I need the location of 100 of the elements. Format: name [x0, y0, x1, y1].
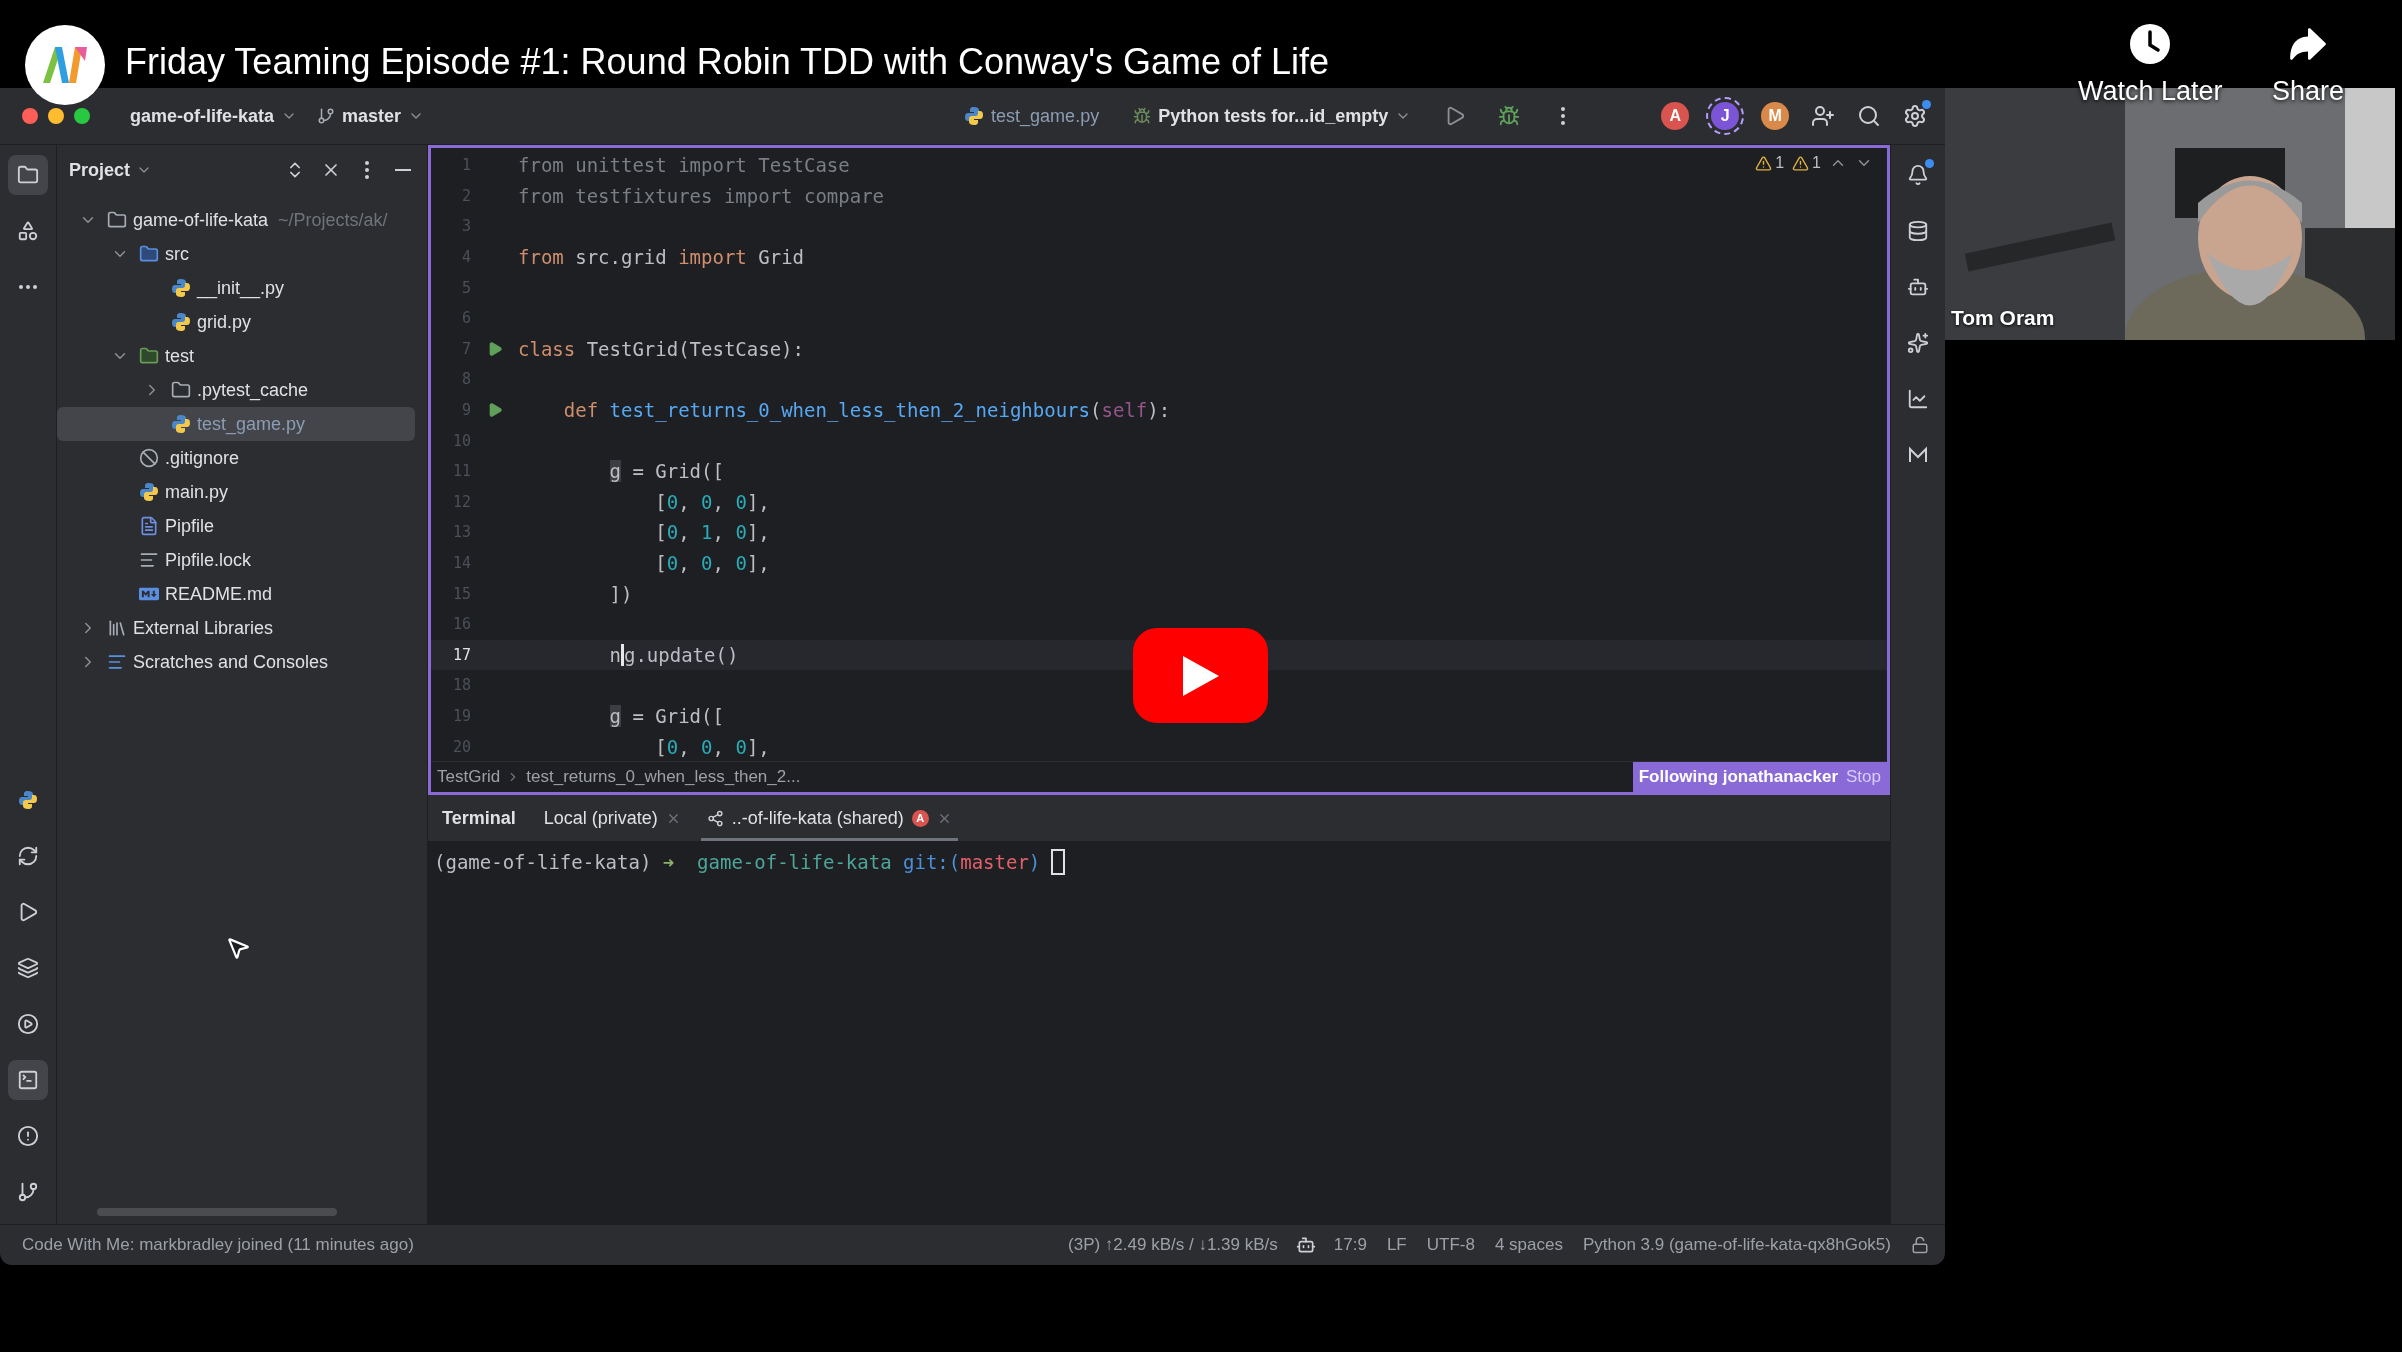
python-icon [171, 312, 191, 332]
status-item[interactable]: UTF-8 [1416, 1235, 1485, 1255]
more-icon [19, 285, 37, 289]
chart-icon [1907, 388, 1929, 410]
python-icon [18, 790, 38, 810]
code-line: [0, 0, 0], [654, 735, 770, 758]
line-number: 17 [451, 645, 471, 664]
folder-button[interactable] [8, 155, 48, 195]
status-item[interactable]: 17:9 [1323, 1235, 1377, 1255]
warning-icon [1792, 154, 1810, 172]
user-avatar[interactable]: A [1661, 102, 1690, 130]
terminal-button[interactable] [8, 1060, 48, 1100]
services-icon [17, 1013, 39, 1035]
ignore-icon [139, 448, 159, 468]
folder-icon [17, 164, 39, 186]
code-line: [0, 0, 0], [654, 490, 770, 513]
tree-item[interactable]: External Libraries [57, 611, 415, 645]
code-line: [0, 1, 0], [654, 521, 770, 544]
terminal-prompt: (game-of-life-kata) ➜ game-of-life-kata git:(master) [434, 851, 1041, 873]
status-message: Code With Me: markbradley joined (11 minutes ago) [22, 1235, 414, 1255]
run-configuration[interactable]: Python tests for...id_empty [1123, 101, 1422, 131]
code-editor[interactable] [428, 145, 1890, 795]
tree-item[interactable]: src [57, 237, 415, 271]
video-title[interactable]: Friday Teaming Episode #1: Round Robin TDD with Conway's Game of Life [125, 40, 1330, 84]
status-item[interactable]: (3P) ↑2.49 kB/s / ↓1.39 kB/s [1058, 1235, 1288, 1255]
folder-icon [139, 346, 159, 366]
bug-icon [1133, 107, 1152, 125]
code-line: def test_returns_0_when_less_then_2_neighbours(self): [562, 399, 1171, 422]
problems-icon [17, 1125, 39, 1147]
tree-item[interactable]: game-of-life-kata ~/Projects/ak/ [57, 203, 415, 237]
bug-icon [1498, 105, 1521, 127]
code-line: class TestGrid(TestCase): [518, 337, 804, 360]
user-avatar: A [911, 809, 929, 827]
lock-icon[interactable] [1911, 1236, 1929, 1254]
code-line: from unittest import TestCase [518, 154, 850, 177]
tree-item[interactable]: main.py [57, 475, 415, 509]
terminal-cursor [1051, 849, 1066, 875]
library-icon [107, 618, 127, 638]
project-selector[interactable]: game-of-life-kata [120, 101, 308, 131]
more-icon [1561, 107, 1566, 125]
python-console-icon [17, 845, 39, 867]
tree-item[interactable]: .gitignore [57, 441, 415, 475]
python-icon [964, 106, 985, 126]
user-plus-icon [1811, 104, 1836, 128]
tree-item[interactable]: Scratches and Consoles [57, 645, 415, 679]
status-item[interactable]: 4 spaces [1484, 1235, 1573, 1255]
code-line: [0, 0, 0], [654, 552, 770, 574]
warning-count[interactable]: 1 [1792, 154, 1821, 172]
participant-name: Tom Oram [1951, 306, 2055, 330]
play-button[interactable] [1133, 628, 1268, 723]
code-line: from testfixtures import compare [518, 184, 885, 207]
terminal-icon [17, 1069, 39, 1091]
panel-title: Terminal [442, 807, 516, 829]
settings-icon [1903, 104, 1928, 128]
python-icon [171, 414, 191, 434]
code-line: g = Grid([ [608, 705, 724, 727]
code-line: ]) [608, 582, 633, 605]
tree-item[interactable]: __init__.py [57, 271, 415, 305]
code-line: from src.grid import Grid [518, 246, 805, 269]
notifications-icon [1907, 164, 1929, 186]
following-label: Following jonathanacker [1638, 767, 1838, 787]
python-icon [139, 482, 159, 502]
tree-item[interactable]: grid.py [57, 305, 415, 339]
robot-icon [1907, 276, 1929, 298]
breadcrumb[interactable]: test_returns_0_when_less_then_2... [526, 767, 801, 787]
shapes-icon [17, 220, 39, 242]
close-button[interactable] [22, 108, 38, 124]
tree-item[interactable]: Pipfile.lock [57, 543, 415, 577]
robot-icon[interactable] [1295, 1235, 1316, 1255]
minimize-button[interactable] [48, 108, 64, 124]
tree-item[interactable]: README.md [57, 577, 415, 611]
git-branch-icon [17, 1181, 39, 1203]
layers-icon [17, 957, 39, 979]
file-icon [139, 516, 159, 536]
scrollbar[interactable] [97, 1208, 337, 1216]
warning-count[interactable]: 1 [1755, 154, 1785, 172]
folder-icon [107, 210, 127, 230]
tree-item[interactable]: .pytest_cache [57, 373, 415, 407]
git-branch-icon [317, 107, 336, 125]
status-item[interactable]: Python 3.9 (game-of-life-kata-qx8hGok5) [1572, 1235, 1901, 1255]
path-hint: ~/Projects/ak/ [278, 209, 388, 231]
zoom-button[interactable] [74, 108, 90, 124]
folder-icon [139, 244, 159, 264]
status-item[interactable]: LF [1376, 1235, 1417, 1255]
terminal-tab[interactable]: ..-of-life-kata (shared) A [700, 795, 958, 841]
branch-selector[interactable]: master [307, 101, 435, 131]
minus-icon [395, 169, 411, 171]
more-icon [365, 161, 369, 179]
python-icon [171, 278, 191, 298]
tree-item[interactable]: test [57, 339, 415, 373]
folder-icon [171, 380, 191, 400]
code-line: n g.update() [608, 643, 739, 666]
search-icon [1857, 104, 1882, 128]
terminal-tab[interactable]: Local (private) [537, 795, 687, 841]
breadcrumb[interactable]: TestGrid [437, 767, 501, 787]
panel-title[interactable]: Project [69, 159, 153, 181]
file-tab[interactable]: test_game.py [954, 101, 1110, 131]
sparkles-icon [1907, 332, 1929, 354]
tree-item[interactable]: Pipfile [57, 509, 415, 543]
database-icon [1907, 220, 1929, 242]
